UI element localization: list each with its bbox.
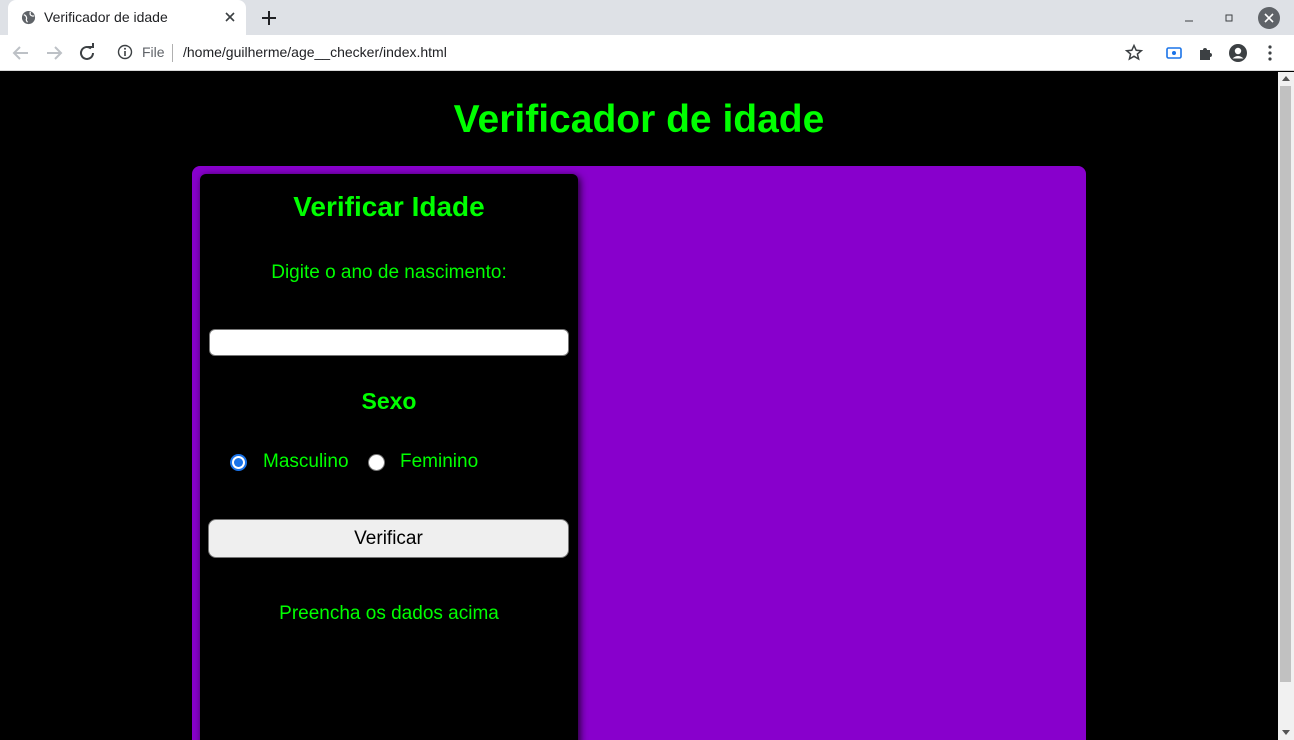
reload-icon[interactable] — [76, 42, 98, 64]
page-title: Verificador de idade — [453, 98, 825, 141]
birth-year-input[interactable] — [209, 329, 569, 356]
verify-button[interactable]: Verificar — [208, 519, 569, 558]
minimize-icon[interactable] — [1180, 10, 1198, 26]
cast-icon[interactable] — [1164, 43, 1184, 63]
omnibox-separator — [172, 44, 173, 62]
browser-titlebar: Verificador de idade — [0, 0, 1294, 35]
radio-label-feminino[interactable]: Feminino — [400, 451, 478, 473]
tab-title: Verificador de idade — [44, 9, 168, 25]
page-viewport: Verificador de idade Verificar Idade Dig… — [0, 72, 1278, 740]
window-close-button[interactable] — [1258, 7, 1280, 29]
plus-icon[interactable] — [259, 8, 279, 28]
arrow-left-icon[interactable] — [10, 42, 32, 64]
arrow-right-icon[interactable] — [43, 42, 65, 64]
result-text: Preencha os dados acima — [279, 603, 499, 624]
scrollbar-thumb[interactable] — [1280, 86, 1291, 682]
address-bar-url[interactable]: /home/guilherme/age__checker/index.html — [183, 44, 447, 60]
sex-label: Sexo — [361, 388, 417, 414]
browser-tab[interactable]: Verificador de idade — [8, 0, 246, 35]
puzzle-icon[interactable] — [1196, 43, 1216, 63]
url-scheme-label: File — [142, 44, 165, 60]
maximize-icon[interactable] — [1220, 10, 1238, 26]
radio-masculino[interactable] — [230, 454, 247, 471]
close-icon[interactable] — [222, 9, 238, 25]
vertical-scrollbar[interactable] — [1278, 72, 1294, 740]
kebab-menu-icon[interactable] — [1260, 43, 1280, 63]
info-icon[interactable] — [117, 44, 133, 60]
account-icon[interactable] — [1228, 43, 1248, 63]
main-container: Verificar Idade Digite o ano de nascimen… — [192, 166, 1086, 740]
star-icon[interactable] — [1124, 43, 1144, 63]
globe-icon — [21, 10, 36, 25]
radio-feminino[interactable] — [368, 454, 385, 471]
close-icon — [1264, 13, 1274, 23]
age-form-panel: Verificar Idade Digite o ano de nascimen… — [200, 174, 578, 740]
radio-label-masculino[interactable]: Masculino — [263, 451, 349, 473]
browser-toolbar: File /home/guilherme/age__checker/index.… — [0, 35, 1294, 71]
scroll-down-icon[interactable] — [1282, 730, 1290, 735]
scroll-up-icon[interactable] — [1282, 76, 1290, 81]
birth-year-label: Digite o ano de nascimento: — [271, 262, 507, 283]
form-heading: Verificar Idade — [293, 191, 485, 222]
